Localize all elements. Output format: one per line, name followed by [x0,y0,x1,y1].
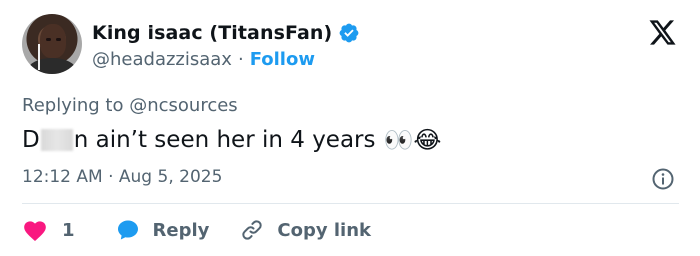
copy-link-button[interactable]: Copy link [239,218,371,242]
link-icon [242,220,263,240]
like-count: 1 [62,219,75,241]
speech-bubble-icon [117,220,138,240]
reply-label: Reply [152,219,210,241]
avatar-eye-right [56,38,61,41]
tweet-text-start: D [22,127,40,153]
replying-to-line: Replying to @ncsources [22,95,238,116]
avatar-shirt [28,58,76,74]
author-name-row: King isaac (TitansFan) [92,22,360,44]
divider [22,203,679,204]
tweet-emojis: 👀😂 [383,126,442,154]
avatar-face [40,24,66,58]
heart-icon [24,221,46,242]
copy-link-label: Copy link [277,219,371,241]
follow-button[interactable]: Follow [250,49,315,70]
replying-prefix: Replying to [22,95,124,116]
tweet-text: D n ain’t seen her in 4 years 👀😂 [22,126,441,154]
x-logo-icon[interactable] [648,19,677,46]
like-button[interactable]: 1 [22,218,75,242]
tweet-text-rest: n ain’t seen her in 4 years [73,127,376,153]
author-handle[interactable]: @headazzisaax [92,49,232,70]
replying-to-mention[interactable]: @ncsources [129,95,237,116]
action-bar: 1 Reply Copy link [22,217,371,243]
tweet-timestamp[interactable]: 12:12 AM · Aug 5, 2025 [22,167,222,187]
separator-dot: · [237,49,244,70]
verified-badge-icon [339,23,359,43]
avatar[interactable] [22,14,82,74]
avatar-eye-left [46,38,51,41]
censored-blur [40,129,73,151]
author-handle-row: @headazzisaax · Follow [92,49,315,70]
avatar-earphone-cord [38,44,40,70]
author-display-name[interactable]: King isaac (TitansFan) [92,22,332,44]
info-icon[interactable] [651,167,675,191]
reply-button[interactable]: Reply [115,218,210,242]
